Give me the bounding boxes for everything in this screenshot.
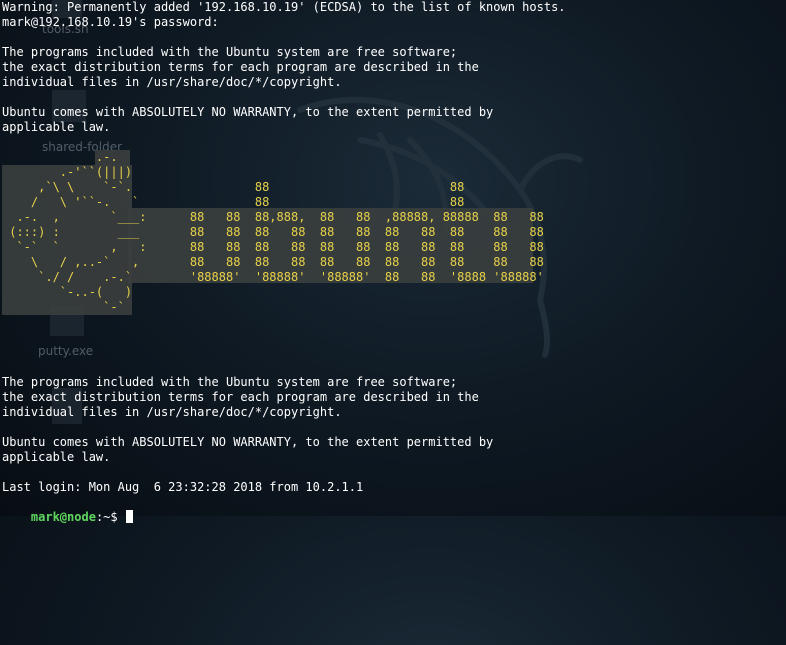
ascii-banner-line: .-. <box>2 150 118 164</box>
ascii-banner-line: `-` <box>2 300 125 314</box>
ascii-banner-line: ,`\ \ `-`. 88 88 <box>2 180 465 194</box>
terminal-line: individual files in /usr/share/doc/*/cop… <box>2 75 342 89</box>
ascii-banner-line: `./ / .-.` '88888' '88888' '88888' 88 88… <box>2 270 544 284</box>
ascii-banner-line: \ / ,..-` , 88 88 88 88 88 88 88 88 88 8… <box>2 255 544 269</box>
terminal-line: individual files in /usr/share/doc/*/cop… <box>2 405 342 419</box>
last-login-line: Last login: Mon Aug 6 23:32:28 2018 from… <box>2 480 364 494</box>
terminal-window[interactable]: Warning: Permanently added '192.168.10.1… <box>2 0 784 524</box>
prompt-user-host: mark@node <box>30 510 96 524</box>
text-cursor[interactable] <box>125 510 133 523</box>
ascii-banner-line: (:::) : ___ 88 88 88 88 88 88 88 88 88 8… <box>2 225 544 239</box>
terminal-line: The programs included with the Ubuntu sy… <box>2 45 458 59</box>
terminal-line: the exact distribution terms for each pr… <box>2 390 479 404</box>
ascii-banner-line: .-'``(|||) <box>2 165 133 179</box>
ascii-banner-line: `-..-( ) <box>2 285 133 299</box>
ascii-banner-line: `-` ` , : 88 88 88 88 88 88 88 88 88 88 … <box>2 240 544 254</box>
terminal-line: Warning: Permanently added '192.168.10.1… <box>2 0 566 14</box>
ascii-banner-line: / \ '``-. ` 88 88 <box>2 195 465 209</box>
ascii-banner-line: .-. , `___: 88 88 88,888, 88 88 ,88888, … <box>2 210 544 224</box>
terminal-line: Ubuntu comes with ABSOLUTELY NO WARRANTY… <box>2 105 494 119</box>
terminal-line: applicable law. <box>2 120 111 134</box>
terminal-line: Ubuntu comes with ABSOLUTELY NO WARRANTY… <box>2 435 494 449</box>
terminal-line: The programs included with the Ubuntu sy… <box>2 375 458 389</box>
terminal-line: the exact distribution terms for each pr… <box>2 60 479 74</box>
terminal-line: mark@192.168.10.19's password: <box>2 15 219 29</box>
shell-prompt[interactable]: mark@node:~$ <box>2 495 133 524</box>
prompt-path: :~$ <box>95 510 125 524</box>
terminal-line: applicable law. <box>2 450 111 464</box>
